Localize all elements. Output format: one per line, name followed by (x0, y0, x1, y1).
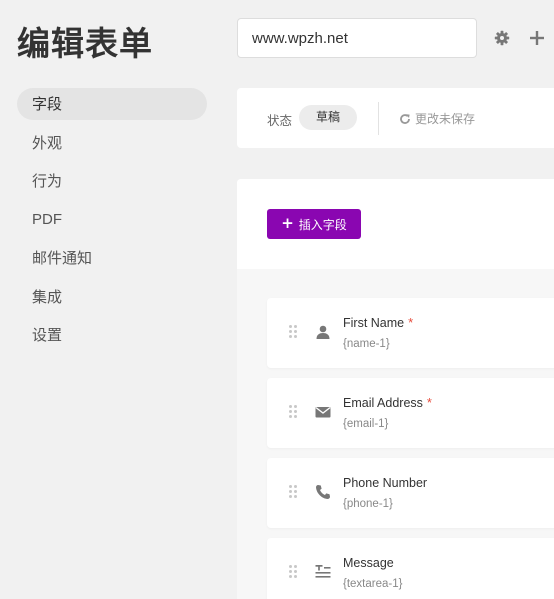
required-marker: * (426, 395, 432, 410)
field-label: Email Address (343, 396, 423, 410)
field-label: Phone Number (343, 476, 428, 490)
textarea-icon (315, 564, 331, 580)
status-label: 状态 (267, 113, 293, 128)
sidebar-item-settings[interactable]: 设置 (17, 319, 207, 351)
form-editor-page: 编辑表单 字段 外观 行为 PDF 邮件通知 (0, 0, 554, 599)
drag-handle-icon[interactable] (289, 405, 297, 419)
sidebar-nav: 字段 外观 行为 PDF 邮件通知 集成 设置 (17, 88, 207, 358)
field-row-message[interactable]: Message {textarea-1} (267, 538, 554, 599)
save-status-text: 更改未保存 (415, 112, 476, 126)
sidebar-item-pdf[interactable]: PDF (17, 204, 207, 236)
status-divider (378, 102, 379, 135)
sidebar-item-fields[interactable]: 字段 (17, 88, 207, 120)
field-label: Message (343, 556, 394, 570)
drag-handle-icon[interactable] (289, 485, 297, 499)
field-row-email-address[interactable]: Email Address * {email-1} (267, 378, 554, 448)
field-row-first-name[interactable]: First Name * {name-1} (267, 298, 554, 368)
required-marker: * (408, 315, 414, 330)
page-title: 编辑表单 (17, 24, 153, 63)
save-status: 更改未保存 (399, 110, 475, 127)
field-tag: {phone-1} (343, 498, 393, 510)
sidebar-item-integrations[interactable]: 集成 (17, 281, 207, 313)
drag-handle-icon[interactable] (289, 565, 297, 579)
form-builder: + 插入字段 First Name * {name-1} Email Addre… (237, 179, 554, 599)
plus-icon[interactable] (527, 28, 547, 48)
field-tag: {name-1} (343, 338, 390, 350)
field-label: First Name (343, 316, 405, 330)
insert-field-button[interactable]: + 插入字段 (267, 209, 361, 239)
sidebar-item-email-notifications[interactable]: 邮件通知 (17, 242, 207, 274)
form-name-input[interactable] (237, 18, 477, 58)
sidebar-item-appearance[interactable]: 外观 (17, 127, 207, 159)
status-bar: 状态 草稿 更改未保存 (237, 88, 554, 148)
insert-field-label: 插入字段 (298, 217, 347, 232)
sidebar-item-behavior[interactable]: 行为 (17, 165, 207, 197)
user-icon (315, 324, 331, 340)
field-tag: {email-1} (343, 418, 389, 430)
field-row-phone-number[interactable]: Phone Number {phone-1} (267, 458, 554, 528)
refresh-icon (399, 113, 411, 125)
status-badge: 草稿 (299, 105, 357, 130)
envelope-icon (315, 404, 331, 420)
field-tag: {textarea-1} (343, 578, 403, 590)
phone-icon (315, 484, 331, 500)
gear-icon[interactable] (492, 28, 512, 48)
plus-icon: + (281, 213, 294, 232)
drag-handle-icon[interactable] (289, 325, 297, 339)
builder-toolbar: + 插入字段 (237, 179, 554, 269)
field-list: First Name * {name-1} Email Address * {e… (237, 269, 554, 599)
